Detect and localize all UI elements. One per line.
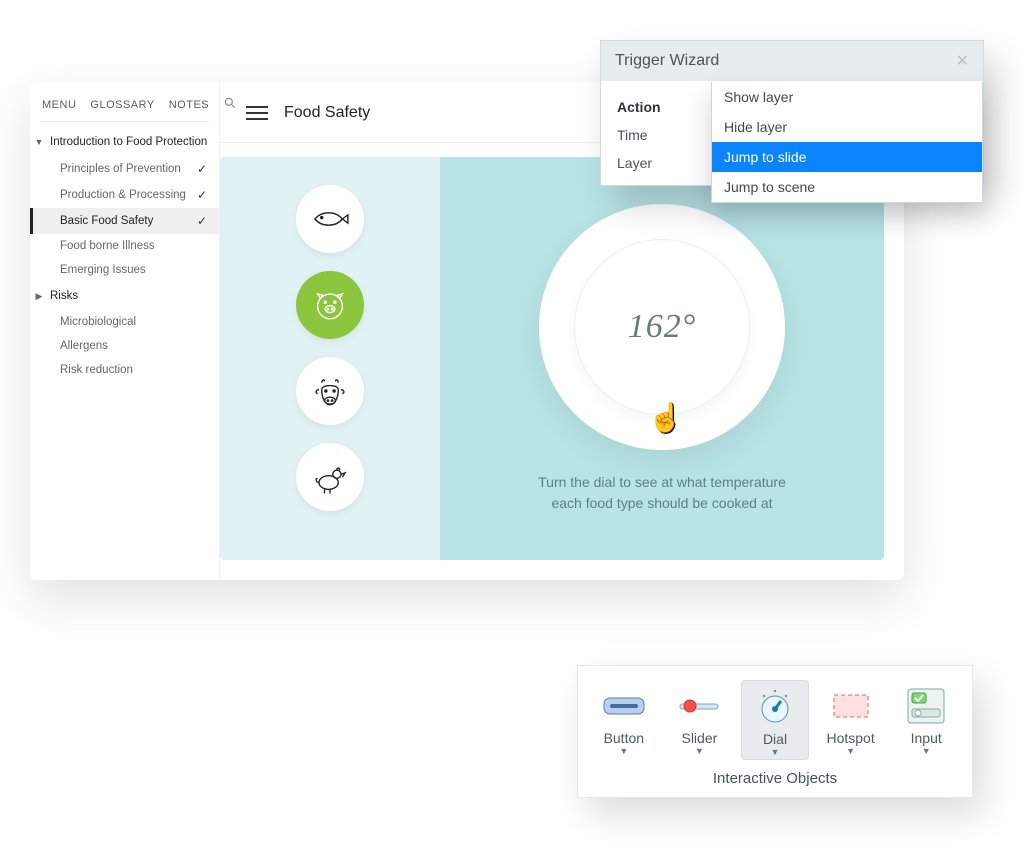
- sidebar-item-label: Allergens: [60, 340, 108, 352]
- cow-icon: [308, 369, 352, 413]
- sidebar-item[interactable]: Emerging Issues: [30, 258, 219, 282]
- hint-line2: each food type should be cooked at: [551, 495, 772, 511]
- button-icon: [594, 686, 654, 726]
- dial-temperature: 162°: [628, 308, 697, 346]
- tool-hotspot[interactable]: Hotspot ▼: [817, 680, 885, 760]
- page-title: Food Safety: [284, 104, 370, 122]
- trigger-field-labels: Action Time Layer: [601, 93, 711, 171]
- pig-icon: [308, 283, 352, 327]
- label-layer: Layer: [617, 155, 711, 171]
- tool-slider[interactable]: Slider ▼: [666, 680, 734, 760]
- temperature-dial[interactable]: 162° ☝: [539, 204, 785, 450]
- trigger-wizard-titlebar: Trigger Wizard ✕: [601, 41, 983, 81]
- dial-icon: [746, 687, 804, 727]
- chicken-icon: [308, 455, 352, 499]
- tab-notes[interactable]: NOTES: [169, 99, 209, 111]
- course-sidebar: MENU GLOSSARY NOTES ▼ Introduction to Fo…: [30, 82, 220, 580]
- hotspot-icon: [821, 686, 881, 726]
- stage-body: 162° ☝ Turn the dial to see at what temp…: [220, 157, 884, 560]
- sidebar-item-label: Production & Processing: [60, 189, 186, 201]
- sidebar-item-label: Microbiological: [60, 316, 136, 328]
- chevron-down-icon: ▼: [746, 747, 804, 757]
- sidebar-separator: [40, 121, 209, 122]
- animal-pig[interactable]: [296, 271, 364, 339]
- action-option-highlighted[interactable]: Jump to slide: [712, 142, 982, 172]
- animal-fish[interactable]: [296, 185, 364, 253]
- slider-icon: [670, 686, 730, 726]
- label-action: Action: [617, 99, 711, 115]
- animal-cow[interactable]: [296, 357, 364, 425]
- tab-glossary[interactable]: GLOSSARY: [90, 99, 154, 111]
- tool-label: Dial: [746, 731, 804, 747]
- action-option[interactable]: Hide layer: [712, 112, 982, 142]
- sidebar-item[interactable]: Risk reduction: [30, 358, 219, 382]
- dial-hint: Turn the dial to see at what temperature…: [538, 472, 786, 513]
- fish-icon: [308, 197, 352, 241]
- check-icon: ✓: [197, 188, 207, 202]
- toolbar-caption: Interactive Objects: [590, 770, 960, 787]
- tool-label: Input: [896, 730, 956, 746]
- label-time: Time: [617, 127, 711, 143]
- chevron-down-icon: ▼: [594, 746, 654, 756]
- tool-input[interactable]: Input ▼: [892, 680, 960, 760]
- check-icon: ✓: [197, 214, 207, 228]
- sidebar-tabs: MENU GLOSSARY NOTES: [30, 82, 219, 121]
- chevron-down-icon: ▼: [670, 746, 730, 756]
- trigger-wizard-panel: Trigger Wizard ✕ Action Time Layer Jump …: [600, 40, 984, 186]
- hamburger-icon[interactable]: [246, 106, 268, 120]
- animal-column: [220, 157, 440, 560]
- tool-button[interactable]: Button ▼: [590, 680, 658, 760]
- chevron-right-icon: ▶: [34, 291, 44, 302]
- section-intro[interactable]: ▼ Introduction to Food Protection: [30, 128, 219, 156]
- sidebar-item[interactable]: Food borne Illness: [30, 234, 219, 258]
- tab-menu[interactable]: MENU: [42, 99, 76, 111]
- sidebar-item[interactable]: Production & Processing ✓: [30, 182, 219, 208]
- section-title: Risks: [50, 290, 78, 302]
- hint-line1: Turn the dial to see at what temperature: [538, 474, 786, 490]
- sidebar-item[interactable]: Principles of Prevention ✓: [30, 156, 219, 182]
- sidebar-item[interactable]: Allergens: [30, 334, 219, 358]
- close-icon[interactable]: ✕: [956, 51, 969, 71]
- trigger-body: Action Time Layer Jump to slide ▼ Show l…: [601, 81, 983, 185]
- sidebar-item-label: Basic Food Safety: [60, 215, 153, 227]
- sidebar-item-active[interactable]: Basic Food Safety ✓: [30, 208, 219, 234]
- sidebar-item-label: Risk reduction: [60, 364, 133, 376]
- tool-row: Button ▼ Slider ▼ Dial ▼ Hotspot ▼: [590, 680, 960, 760]
- sidebar-item-label: Food borne Illness: [60, 240, 155, 252]
- check-icon: ✓: [197, 162, 207, 176]
- tool-label: Hotspot: [821, 730, 881, 746]
- input-icon: [896, 686, 956, 726]
- sidebar-item[interactable]: Microbiological: [30, 310, 219, 334]
- tool-label: Slider: [670, 730, 730, 746]
- section-title: Introduction to Food Protection: [50, 136, 207, 148]
- action-option[interactable]: Jump to scene: [712, 172, 982, 202]
- section-risks[interactable]: ▶ Risks: [30, 282, 219, 310]
- hand-cursor-icon: ☝: [648, 401, 683, 434]
- chevron-down-icon: ▼: [896, 746, 956, 756]
- interactive-objects-toolbar: Button ▼ Slider ▼ Dial ▼ Hotspot ▼: [577, 665, 973, 798]
- chevron-down-icon: ▼: [34, 137, 44, 147]
- panel-title: Trigger Wizard: [615, 52, 719, 70]
- sidebar-item-label: Emerging Issues: [60, 264, 146, 276]
- dial-inner: 162°: [574, 239, 750, 415]
- tool-dial[interactable]: Dial ▼: [741, 680, 809, 760]
- action-dropdown: Show layer Hide layer Jump to slide Jump…: [711, 82, 983, 203]
- action-option[interactable]: Show layer: [712, 82, 982, 112]
- chevron-down-icon: ▼: [821, 746, 881, 756]
- tool-label: Button: [594, 730, 654, 746]
- animal-chicken[interactable]: [296, 443, 364, 511]
- sidebar-item-label: Principles of Prevention: [60, 163, 181, 175]
- dial-pane: 162° ☝ Turn the dial to see at what temp…: [440, 157, 884, 560]
